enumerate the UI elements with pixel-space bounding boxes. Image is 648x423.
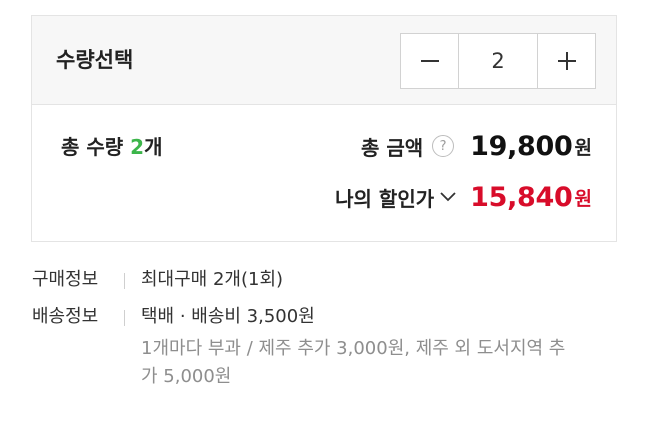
quantity-label: 수량선택 [56,48,134,72]
purchase-info-label: 구매정보 [32,269,99,290]
plus-icon [557,51,577,71]
help-icon[interactable]: ? [432,135,455,157]
delivery-note-line-2: 가 5,000원 [141,366,232,387]
quantity-row: 수량선택 2 [32,16,616,105]
product-info: 구매정보 최대구매 2개(1회) 배송정보 택배 · 배송비 3,500원 1개… [32,266,622,400]
decrease-button[interactable] [401,34,458,88]
total-amount-label: 총 금액 [360,135,424,160]
purchase-info-row: 구매정보 최대구매 2개(1회) [32,266,622,294]
quantity-stepper[interactable]: 2 [400,33,596,89]
quantity-value[interactable]: 2 [458,34,538,88]
minus-icon [420,51,440,71]
discount-price-value: 15,840 [470,181,573,213]
total-quantity: 총 수량 2개 [61,133,162,161]
delivery-note-line-1: 1개마다 부과 / 제주 추가 3,000원, 제주 외 도서지역 추 [141,338,566,359]
divider [124,310,125,326]
delivery-fee: 택배 · 배송비 3,500원 [141,306,315,327]
discount-price-label[interactable]: 나의 할인가 [335,183,434,212]
chevron-down-icon[interactable] [440,192,456,202]
total-quantity-prefix: 총 수량 [61,135,131,159]
total-quantity-suffix: 개 [144,135,163,159]
discount-price-line: 나의 할인가 15,840 원 [335,179,592,215]
total-amount-currency: 원 [574,136,592,159]
delivery-info-value: 택배 · 배송비 3,500원 1개마다 부과 / 제주 추가 3,000원, … [141,303,611,391]
total-amount-value: 19,800 [470,130,573,162]
delivery-info-row: 배송정보 택배 · 배송비 3,500원 1개마다 부과 / 제주 추가 3,0… [32,303,622,391]
purchase-info-value: 최대구매 2개(1회) [141,269,284,290]
delivery-info-label: 배송정보 [32,306,99,327]
increase-button[interactable] [538,34,595,88]
divider [124,273,125,289]
total-quantity-number: 2 [130,135,145,159]
order-options-box: 수량선택 2 총 수량 2개 총 금액 ? 19,800 원 나의 할인가 15 [31,15,617,242]
discount-price-currency: 원 [574,187,592,210]
total-amount-line: 총 금액 ? 19,800 원 [361,128,592,164]
